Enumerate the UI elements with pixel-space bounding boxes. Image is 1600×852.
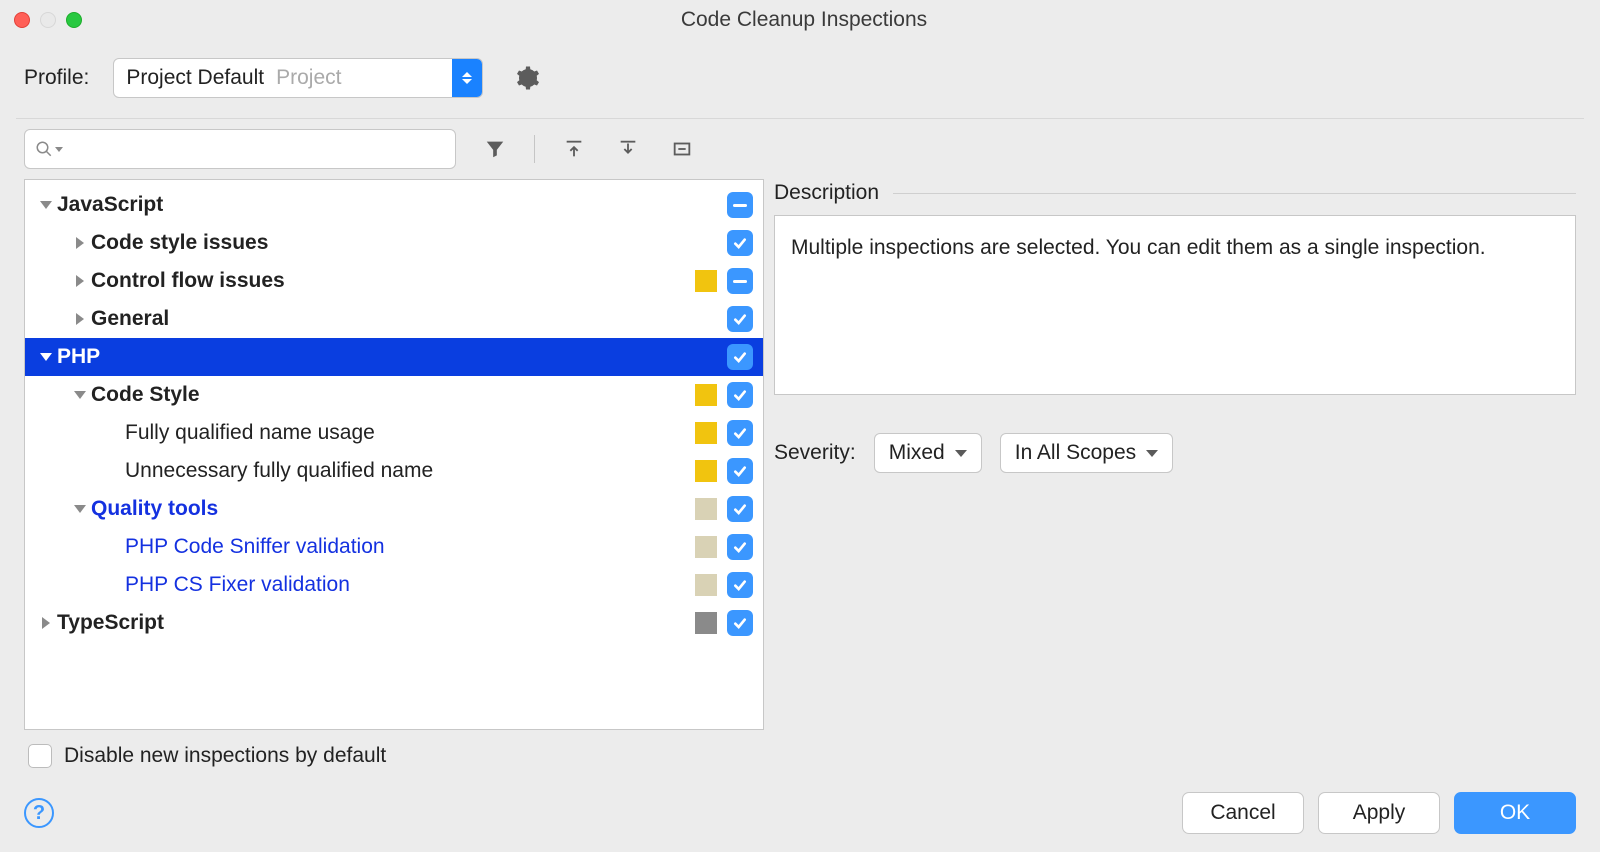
zoom-window-icon[interactable] <box>66 12 82 28</box>
tree-item-label: Control flow issues <box>91 269 695 293</box>
tree-row[interactable]: PHP <box>25 338 763 376</box>
expand-all-icon[interactable] <box>559 134 589 164</box>
window-title: Code Cleanup Inspections <box>82 8 1586 32</box>
severity-select[interactable]: Mixed <box>874 433 982 473</box>
tree-checkbox[interactable] <box>727 458 753 484</box>
inspection-tree[interactable]: JavaScript Code style issues Control flow … <box>24 179 764 730</box>
severity-swatch <box>695 498 717 520</box>
tree-row[interactable]: PHP CS Fixer validation <box>25 566 763 604</box>
tree-checkbox[interactable] <box>727 610 753 636</box>
severity-swatch <box>695 460 717 482</box>
minimize-window-icon[interactable] <box>40 12 56 28</box>
reset-icon[interactable] <box>667 134 697 164</box>
disable-new-inspections-checkbox[interactable] <box>28 744 52 768</box>
tree-checkbox[interactable] <box>727 496 753 522</box>
scope-value: In All Scopes <box>1015 441 1136 465</box>
profile-value: Project Default <box>114 66 276 90</box>
severity-swatch <box>695 194 717 216</box>
tree-checkbox[interactable] <box>727 572 753 598</box>
tree-item-label: PHP CS Fixer validation <box>125 573 695 597</box>
tree-checkbox[interactable] <box>727 420 753 446</box>
tree-row[interactable]: PHP Code Sniffer validation <box>25 528 763 566</box>
window-controls <box>14 12 82 28</box>
tree-toggle-icon[interactable] <box>35 617 57 629</box>
chevron-updown-icon <box>452 59 482 97</box>
tree-item-label: Fully qualified name usage <box>125 421 695 445</box>
tree-toggle-icon[interactable] <box>69 505 91 513</box>
tree-item-label: Code style issues <box>91 231 695 255</box>
severity-value: Mixed <box>889 441 945 465</box>
tree-item-label: Quality tools <box>91 497 695 521</box>
divider <box>16 118 1584 119</box>
tree-row[interactable]: Quality tools <box>25 490 763 528</box>
ok-button[interactable]: OK <box>1454 792 1576 834</box>
separator <box>534 135 535 163</box>
tree-item-label: Unnecessary fully qualified name <box>125 459 695 483</box>
severity-swatch <box>695 270 717 292</box>
profile-hint: Project <box>276 66 452 90</box>
chevron-down-icon <box>1146 450 1158 457</box>
tree-row[interactable]: Control flow issues <box>25 262 763 300</box>
tree-checkbox[interactable] <box>727 230 753 256</box>
tree-toggle-icon[interactable] <box>69 275 91 287</box>
apply-button[interactable]: Apply <box>1318 792 1440 834</box>
profile-label: Profile: <box>24 66 89 90</box>
tree-checkbox[interactable] <box>727 534 753 560</box>
description-text: Multiple inspections are selected. You c… <box>791 236 1486 259</box>
tree-row[interactable]: Code Style <box>25 376 763 414</box>
divider <box>893 193 1576 194</box>
cancel-button[interactable]: Cancel <box>1182 792 1304 834</box>
severity-label: Severity: <box>774 441 856 465</box>
tree-item-label: TypeScript <box>57 611 695 635</box>
tree-item-label: General <box>91 307 695 331</box>
severity-swatch <box>695 308 717 330</box>
collapse-all-icon[interactable] <box>613 134 643 164</box>
tree-row[interactable]: JavaScript <box>25 186 763 224</box>
search-field[interactable] <box>69 137 445 162</box>
tree-checkbox[interactable] <box>727 192 753 218</box>
tree-row[interactable]: Unnecessary fully qualified name <box>25 452 763 490</box>
tree-row[interactable]: Fully qualified name usage <box>25 414 763 452</box>
tree-item-label: JavaScript <box>57 193 695 217</box>
scope-select[interactable]: In All Scopes <box>1000 433 1173 473</box>
titlebar: Code Cleanup Inspections <box>0 0 1600 40</box>
profile-select[interactable]: Project Default Project <box>113 58 483 98</box>
severity-swatch <box>695 384 717 406</box>
tree-item-label: PHP Code Sniffer validation <box>125 535 695 559</box>
severity-swatch <box>695 612 717 634</box>
severity-swatch <box>695 422 717 444</box>
tree-toggle-icon[interactable] <box>69 313 91 325</box>
tree-row[interactable]: TypeScript <box>25 604 763 642</box>
severity-swatch <box>695 346 717 368</box>
disable-new-inspections-label: Disable new inspections by default <box>64 744 386 768</box>
severity-swatch <box>695 574 717 596</box>
tree-toggle-icon[interactable] <box>69 237 91 249</box>
tree-checkbox[interactable] <box>727 344 753 370</box>
tree-item-label: Code Style <box>91 383 695 407</box>
tree-toggle-icon[interactable] <box>35 353 57 361</box>
tree-checkbox[interactable] <box>727 306 753 332</box>
description-box: Multiple inspections are selected. You c… <box>774 215 1576 395</box>
tree-item-label: PHP <box>57 345 695 369</box>
tree-row[interactable]: Code style issues <box>25 224 763 262</box>
tree-row[interactable]: General <box>25 300 763 338</box>
tree-toggle-icon[interactable] <box>35 201 57 209</box>
tree-checkbox[interactable] <box>727 382 753 408</box>
close-window-icon[interactable] <box>14 12 30 28</box>
severity-swatch <box>695 536 717 558</box>
search-input[interactable] <box>24 129 456 169</box>
chevron-down-icon <box>55 147 63 152</box>
help-icon[interactable]: ? <box>24 798 54 828</box>
severity-swatch <box>695 232 717 254</box>
filter-icon[interactable] <box>480 134 510 164</box>
description-header: Description <box>774 181 879 205</box>
tree-toggle-icon[interactable] <box>69 391 91 399</box>
gear-icon[interactable] <box>513 63 543 93</box>
chevron-down-icon <box>955 450 967 457</box>
tree-checkbox[interactable] <box>727 268 753 294</box>
